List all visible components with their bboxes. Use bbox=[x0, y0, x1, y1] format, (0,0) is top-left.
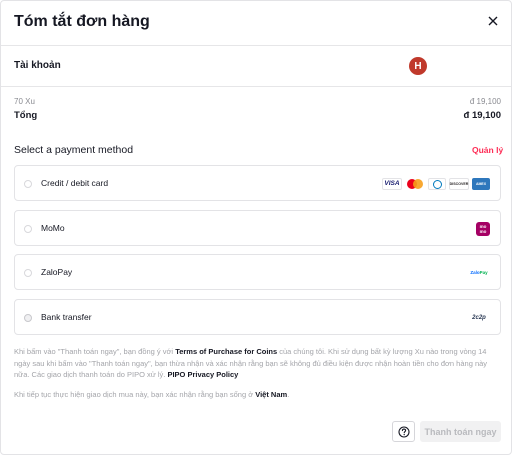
payment-option-bank-transfer[interactable]: Bank transfer 2c2p bbox=[14, 299, 501, 335]
payment-option-label: ZaloPay bbox=[41, 267, 73, 277]
payment-method-title: Select a payment method bbox=[14, 144, 134, 156]
2c2p-logo: 2c2p bbox=[472, 314, 486, 321]
order-line-item: 70 Xu đ 19,100 bbox=[14, 97, 501, 109]
diners-logo bbox=[428, 177, 446, 190]
momo-logos: mo mo bbox=[476, 221, 490, 236]
question-circle-icon bbox=[397, 425, 410, 438]
radio-momo[interactable] bbox=[24, 225, 32, 233]
amex-logo: AMEX bbox=[472, 177, 490, 190]
payment-option-label: MoMo bbox=[41, 223, 65, 233]
close-button[interactable] bbox=[485, 13, 501, 29]
momo-logo: mo mo bbox=[476, 221, 490, 236]
order-total: Tổng đ 19,100 bbox=[14, 110, 501, 124]
account-label: Tài khoản bbox=[14, 60, 61, 71]
item-label: 70 Xu bbox=[14, 97, 35, 106]
zalopay-logos: Zalo Pay bbox=[468, 265, 490, 280]
pay-now-button[interactable]: Thanh toán ngay bbox=[420, 421, 501, 442]
payment-option-momo[interactable]: MoMo mo mo bbox=[14, 210, 501, 246]
account-divider bbox=[1, 86, 511, 87]
total-label: Tổng bbox=[14, 110, 38, 121]
radio-zalopay[interactable] bbox=[24, 269, 32, 277]
radio-bank-transfer[interactable] bbox=[24, 314, 32, 322]
visa-logo: VISA bbox=[382, 177, 402, 190]
terms-link[interactable]: Terms of Purchase for Coins bbox=[175, 347, 277, 356]
help-button[interactable] bbox=[392, 421, 415, 442]
card-logos: VISA DISCOVER AMEX bbox=[382, 176, 490, 191]
legal-text: Khi bấm vào "Thanh toán ngay", bạn đồng … bbox=[14, 347, 488, 379]
privacy-policy-link[interactable]: PIPO Privacy Policy bbox=[167, 370, 238, 379]
residence-text: Khi tiếp tục thực hiện giao dịch mua này… bbox=[14, 390, 290, 399]
bank-logos: 2c2p bbox=[468, 310, 490, 325]
radio-card[interactable] bbox=[24, 180, 32, 188]
discover-logo: DISCOVER bbox=[449, 177, 469, 190]
mastercard-logo bbox=[405, 178, 425, 190]
payment-option-label: Bank transfer bbox=[41, 312, 92, 322]
country-name: Việt Nam bbox=[255, 390, 288, 399]
order-summary-modal: Tóm tắt đơn hàng Tài khoản H 70 Xu đ 19,… bbox=[0, 0, 512, 455]
total-amount: đ 19,100 bbox=[463, 110, 502, 121]
modal-header: Tóm tắt đơn hàng bbox=[1, 1, 511, 45]
modal-title: Tóm tắt đơn hàng bbox=[14, 13, 150, 30]
close-icon bbox=[488, 16, 498, 26]
avatar: H bbox=[409, 57, 427, 75]
manage-link[interactable]: Quản lý bbox=[472, 145, 503, 155]
payment-option-zalopay[interactable]: ZaloPay Zalo Pay bbox=[14, 254, 501, 290]
payment-option-label: Credit / debit card bbox=[41, 178, 109, 188]
item-amount: đ 19,100 bbox=[469, 97, 501, 106]
account-row: Tài khoản H bbox=[1, 46, 511, 86]
payment-option-card[interactable]: Credit / debit card VISA DISCOVER AMEX bbox=[14, 165, 501, 201]
zalopay-logo: Zalo Pay bbox=[470, 270, 488, 275]
